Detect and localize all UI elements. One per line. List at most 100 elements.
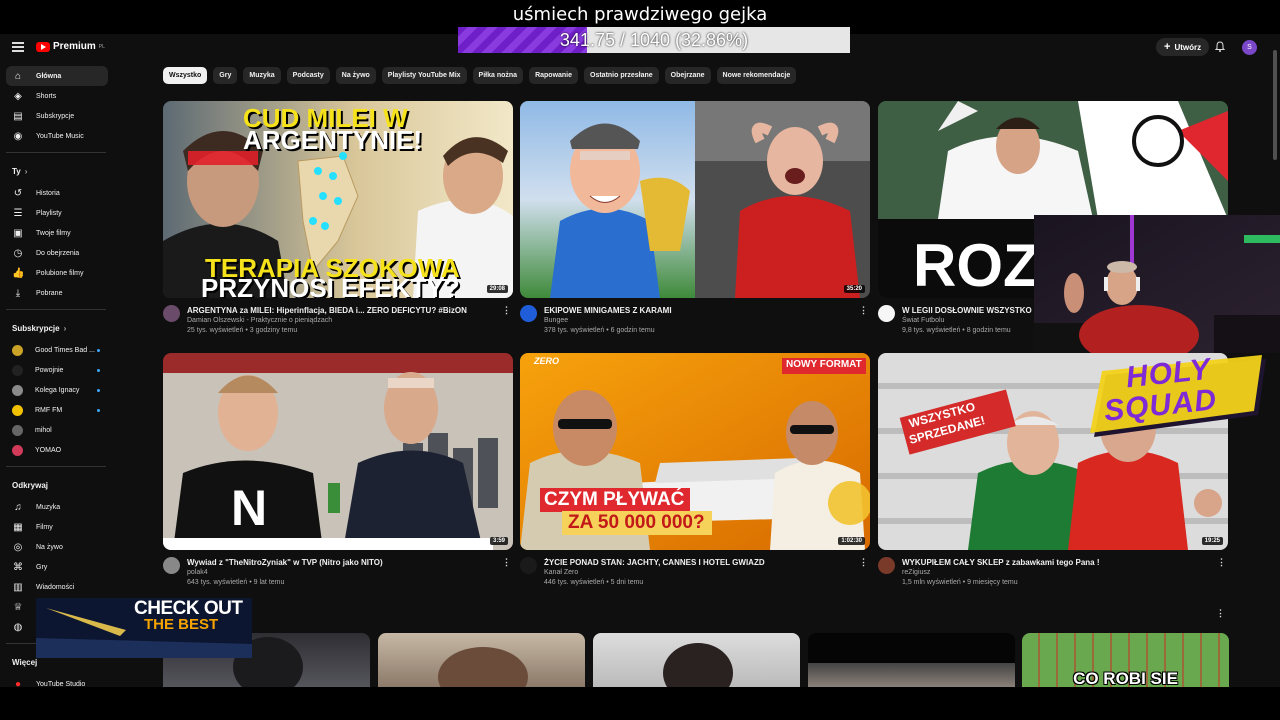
- video-title[interactable]: ARGENTYNA za MILEI: Hiperinflacja, BIEDA…: [187, 306, 487, 315]
- sidebar-item-playlisty[interactable]: ☰ Playlisty: [0, 203, 118, 223]
- sidebar-item-label: Główna: [36, 72, 62, 80]
- stream-progress-bar: 341.75 / 1040 (32.86%): [458, 27, 850, 53]
- sidebar-item-na-zywo[interactable]: ◎ Na żywo: [0, 537, 118, 557]
- filter-chips: Wszystko Gry Muzyka Podcasty Na żywo Playlist…: [163, 67, 797, 84]
- create-button[interactable]: + Utwórz: [1156, 38, 1210, 56]
- row3-kebab-icon[interactable]: ⋮: [1216, 608, 1225, 619]
- channel-name[interactable]: reZigiusz: [902, 569, 930, 576]
- short-thumb[interactable]: CO ROBI SIE: [1022, 633, 1229, 687]
- sidebar-item-label: RMF FM: [35, 406, 63, 414]
- channel-avatar: [12, 404, 23, 416]
- chip-wszystko[interactable]: Wszystko: [163, 67, 208, 84]
- video-card[interactable]: N 3:59 Wywiad z "TheNitroZyniak" w TVP (Ni…: [163, 353, 513, 596]
- chip-playlisty-youtube-mix[interactable]: Playlisty YouTube Mix: [381, 67, 467, 84]
- more-options-icon[interactable]: ⋮: [502, 305, 511, 316]
- sidebar-sub-mihol[interactable]: mihol: [0, 420, 118, 440]
- channel-avatar[interactable]: [878, 305, 895, 322]
- sidebar-item-gowna[interactable]: ⌂ Główna: [6, 66, 108, 86]
- sidebar-item-subskrypcje[interactable]: ▤ Subskrypcje: [0, 106, 118, 126]
- sidebar-sub-good-times-bad-[interactable]: Good Times Bad ...: [0, 340, 118, 360]
- sidebar-item-filmy[interactable]: ▦ Filmy: [0, 517, 118, 537]
- sidebar-item-pobrane[interactable]: ⤓ Pobrane: [0, 283, 118, 303]
- video-title[interactable]: ŻYCIE PONAD STAN: JACHTY, CANNES I HOTEL…: [544, 558, 844, 567]
- more-options-icon[interactable]: ⋮: [859, 305, 868, 316]
- channel-name[interactable]: Damian Olszewski - Praktycznie o pieniąd…: [187, 317, 332, 324]
- video-card[interactable]: ZERO NOWY FORMAT CZYM PŁYWAĆ ZA 50 000 000?…: [520, 353, 870, 596]
- scrollbar-thumb[interactable]: [1273, 50, 1277, 160]
- channel-name[interactable]: Bungee: [544, 317, 568, 324]
- video-title[interactable]: Wywiad z "TheNitroZyniak" w TVP (Nitro j…: [187, 558, 487, 567]
- chip-gry[interactable]: Gry: [213, 67, 238, 84]
- sidebar-item-label: Twoje filmy: [36, 229, 71, 237]
- short-thumb[interactable]: [593, 633, 800, 687]
- video-card[interactable]: CUD MILEI W ARGENTYNIE! TERAPIA SZOKOWA PRZ…: [163, 101, 513, 344]
- chip-rapowanie[interactable]: Rapowanie: [529, 67, 579, 84]
- news-icon: ▥: [13, 581, 23, 593]
- section-label: Odkrywaj: [12, 480, 49, 490]
- more-options-icon[interactable]: ⋮: [502, 557, 511, 568]
- sidebar-item-label: Good Times Bad ...: [35, 346, 95, 354]
- chevron-right-icon: ›: [24, 166, 28, 176]
- avatar[interactable]: S: [1242, 40, 1257, 55]
- sidebar-sub-yomao[interactable]: YOMAO: [0, 440, 118, 460]
- chip-muzyka[interactable]: Muzyka: [243, 67, 281, 84]
- home-icon: ⌂: [14, 70, 22, 82]
- sidebar-section-subscriptions[interactable]: Subskrypcje ›: [0, 316, 118, 340]
- sidebar-item-label: Shorts: [36, 92, 57, 100]
- video-thumbnail[interactable]: 35:20: [520, 101, 870, 298]
- video-stats: 9,8 tys. wyświetleń • 8 godzin temu: [902, 327, 1011, 334]
- video-card[interactable]: 35:20 EKIPOWE MINIGAMES Z KARAMI Bungee 378…: [520, 101, 870, 344]
- sidebar-item-youtube-music[interactable]: ◉ YouTube Music: [0, 126, 118, 146]
- video-thumbnail[interactable]: N 3:59: [163, 353, 513, 550]
- live-icon: ◎: [13, 541, 23, 553]
- channel-avatar[interactable]: [520, 557, 537, 574]
- sidebar-sub-kolega-ignacy[interactable]: Kolega Ignacy: [0, 380, 118, 400]
- channel-name[interactable]: polak4: [187, 569, 208, 576]
- chip-obejrzane[interactable]: Obejrzane: [664, 67, 711, 84]
- channel-avatar[interactable]: [878, 557, 895, 574]
- thumbnail-text: NOWY FORMAT: [786, 359, 862, 370]
- thumbs-up-icon: 👍: [12, 267, 25, 279]
- chip-na-zywo[interactable]: Na żywo: [335, 67, 376, 84]
- sidebar-sub-powojnie[interactable]: Powojnie: [0, 360, 118, 380]
- sidebar-sub-rmf-fm[interactable]: RMF FM: [0, 400, 118, 420]
- youtube-premium-logo[interactable]: Premium PL: [36, 41, 105, 52]
- sidebar-item-gry[interactable]: ⌘ Gry: [0, 557, 118, 577]
- short-thumb[interactable]: [378, 633, 585, 687]
- sidebar-item-label: Muzyka: [36, 503, 61, 511]
- playlist-icon: ☰: [13, 207, 23, 219]
- gamepad-icon: ⌘: [13, 561, 23, 573]
- video-thumbnail[interactable]: CUD MILEI W ARGENTYNIE! TERAPIA SZOKOWA PRZ…: [163, 101, 513, 298]
- sidebar-section-you[interactable]: Ty ›: [0, 159, 118, 183]
- sidebar-item-muzyka[interactable]: ♫ Muzyka: [0, 497, 118, 517]
- channel-avatar: [12, 424, 23, 436]
- video-thumbnail[interactable]: ZERO NOWY FORMAT CZYM PŁYWAĆ ZA 50 000 000?…: [520, 353, 870, 550]
- sidebar-item-wiadomosci[interactable]: ▥ Wiadomości: [0, 577, 118, 597]
- sidebar-item-label: Historia: [36, 189, 60, 197]
- sidebar-item-label: Na żywo: [36, 543, 63, 551]
- youtube-stream-capture: uśmiech prawdziwego gejka 341.75 / 1040 …: [0, 0, 1280, 720]
- video-stats: 643 tys. wyświetleń • 9 lat temu: [187, 579, 285, 586]
- more-options-icon[interactable]: ⋮: [859, 557, 868, 568]
- channel-avatar[interactable]: [163, 305, 180, 322]
- chip-pika-nozna[interactable]: Piłka nożna: [472, 67, 524, 84]
- video-title[interactable]: EKIPOWE MINIGAMES Z KARAMI: [544, 306, 844, 315]
- chip-nowe-rekomendacje[interactable]: Nowe rekomendacje: [716, 67, 797, 84]
- channel-avatar[interactable]: [163, 557, 180, 574]
- sidebar-item-twoje-filmy[interactable]: ▣ Twoje filmy: [0, 223, 118, 243]
- video-title[interactable]: WYKUPIŁEM CAŁY SKLEP z zabawkami tego Pa…: [902, 558, 1202, 567]
- more-options-icon[interactable]: ⋮: [1217, 557, 1226, 568]
- sidebar-item-historia[interactable]: ↺ Historia: [0, 183, 118, 203]
- bell-icon[interactable]: [1215, 41, 1225, 52]
- sidebar-item-do-obejrzenia[interactable]: ◷ Do obejrzenia: [0, 243, 118, 263]
- channel-name[interactable]: Świat Futbolu: [902, 317, 944, 324]
- channel-name[interactable]: Kanał Zero: [544, 569, 578, 576]
- menu-icon[interactable]: [12, 42, 24, 52]
- channel-avatar: [12, 344, 23, 356]
- chip-ostatnio-przesane[interactable]: Ostatnio przesłane: [584, 67, 659, 84]
- short-thumb[interactable]: [808, 633, 1015, 687]
- sidebar-item-shorts[interactable]: ◈ Shorts: [0, 86, 118, 106]
- chip-podcasty[interactable]: Podcasty: [286, 67, 330, 84]
- sidebar-item-polubione-filmy[interactable]: 👍 Polubione filmy: [0, 263, 118, 283]
- channel-avatar[interactable]: [520, 305, 537, 322]
